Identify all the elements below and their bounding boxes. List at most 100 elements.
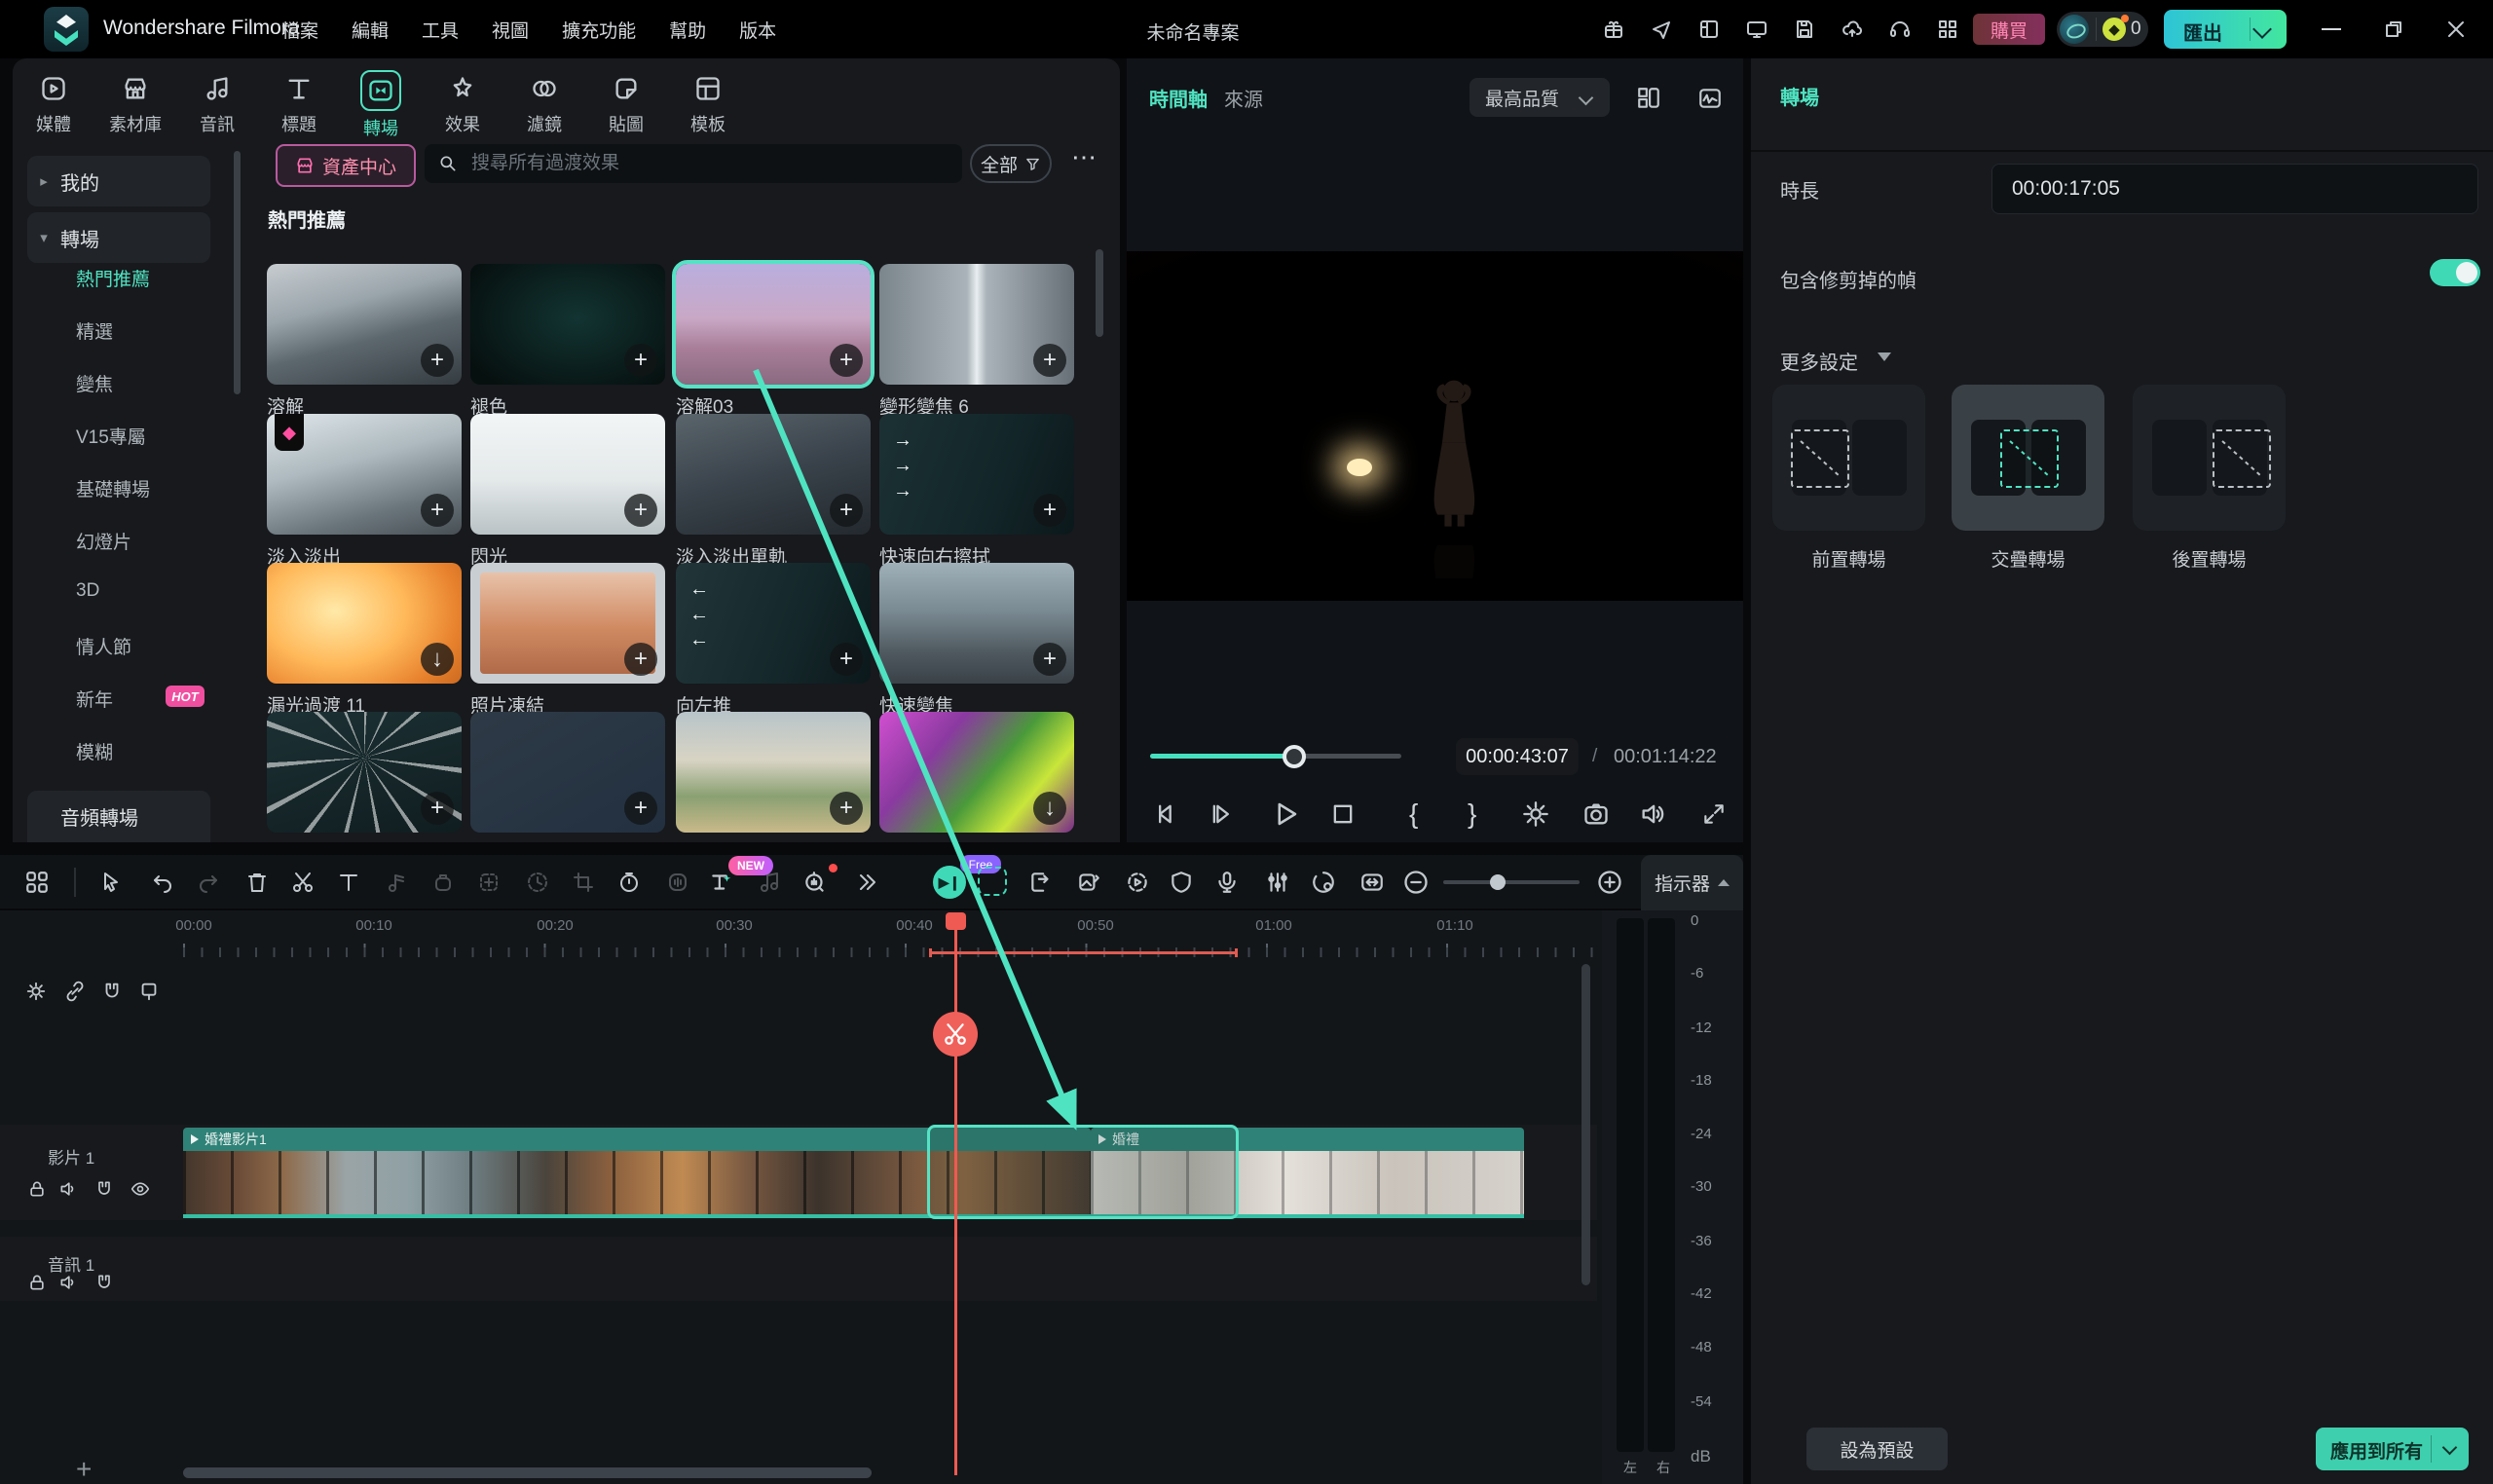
next-frame-icon[interactable]	[1209, 800, 1236, 828]
export-button[interactable]: 匯出	[2164, 10, 2287, 49]
playhead[interactable]	[954, 913, 957, 1475]
transition-card-selected[interactable]: + 溶解03	[676, 264, 871, 419]
quality-dropdown[interactable]: 最高品質	[1470, 78, 1610, 117]
sidebar-item-basic[interactable]: 基礎轉場	[76, 475, 150, 501]
video-preview[interactable]	[1127, 251, 1743, 601]
menu-file[interactable]: 檔案	[265, 17, 335, 43]
ai-audio-icon[interactable]	[802, 870, 828, 895]
add-plus-icon[interactable]: +	[421, 494, 454, 527]
ruler-minor-ticks[interactable]	[183, 947, 1597, 957]
timeline-horizontal-scrollbar[interactable]	[183, 1467, 872, 1478]
delete-icon[interactable]	[245, 871, 269, 894]
stop-icon[interactable]	[1329, 800, 1357, 828]
snap-magnet-icon[interactable]	[101, 981, 123, 1002]
transition-card[interactable]: + 褪色	[470, 264, 665, 419]
sidebar-item-zoom[interactable]: 變焦	[76, 370, 113, 396]
undo-icon[interactable]	[151, 871, 174, 894]
add-plus-icon[interactable]: +	[624, 494, 657, 527]
fullscreen-icon[interactable]	[1701, 801, 1727, 827]
beat-sync-icon[interactable]	[978, 867, 1007, 896]
sidebar-scrollbar[interactable]	[234, 151, 241, 394]
layout-grid-icon[interactable]	[1636, 86, 1661, 111]
timer-icon[interactable]	[617, 871, 641, 894]
add-plus-icon[interactable]: +	[830, 494, 863, 527]
tab-filters[interactable]: 濾鏡	[503, 70, 585, 136]
sidebar-group-audio-transitions[interactable]: 音頻轉場	[27, 791, 210, 842]
save-icon[interactable]	[1793, 18, 1816, 41]
add-track-button[interactable]: +	[76, 1454, 92, 1484]
zoom-out-icon[interactable]	[1402, 869, 1430, 896]
add-plus-icon[interactable]: +	[1033, 344, 1066, 377]
tab-audio[interactable]: 音訊	[176, 70, 258, 136]
add-plus-icon[interactable]: +	[830, 643, 863, 676]
sidebar-item-blur[interactable]: 模糊	[76, 738, 113, 764]
position-postfix-card[interactable]	[2133, 385, 2286, 531]
transition-card[interactable]: + 變形變焦 6	[879, 264, 1074, 419]
tab-source-view[interactable]: 來源	[1224, 84, 1263, 112]
tab-templates[interactable]: 模板	[667, 70, 749, 136]
sidebar-item-v15[interactable]: V15專屬	[76, 423, 146, 449]
monitor-icon[interactable]	[1745, 18, 1768, 41]
content-scrollbar[interactable]	[1096, 249, 1103, 337]
lock-icon[interactable]	[27, 1273, 47, 1292]
maximize-button[interactable]	[2372, 8, 2415, 51]
crop-icon[interactable]	[572, 871, 595, 894]
record-voiceover-icon[interactable]	[1214, 870, 1240, 895]
transition-thumb[interactable]: +	[267, 264, 462, 385]
add-plus-icon[interactable]: +	[421, 344, 454, 377]
track-magnet-icon[interactable]	[94, 1273, 114, 1292]
playback-settings-icon[interactable]	[1522, 800, 1549, 828]
track-settings-icon[interactable]	[25, 981, 47, 1002]
add-plus-icon[interactable]: +	[421, 792, 454, 825]
sidebar-item-valentine[interactable]: 情人節	[76, 633, 131, 659]
prev-frame-icon[interactable]	[1152, 800, 1179, 828]
more-options-button[interactable]: ⋯	[1071, 142, 1098, 172]
sidebar-group-my[interactable]: ▸ 我的	[27, 156, 210, 206]
sidebar-item-featured[interactable]: 精選	[76, 317, 113, 344]
add-plus-icon[interactable]: +	[624, 344, 657, 377]
set-default-button[interactable]: 設為預設	[1806, 1428, 1948, 1470]
export-chevron-icon[interactable]	[2252, 19, 2272, 39]
preview-seek-bar[interactable]	[1150, 754, 1401, 759]
asset-center-button[interactable]: 資產中心	[276, 144, 416, 187]
play-icon[interactable]	[1271, 799, 1300, 829]
sidebar-item-newyear[interactable]: 新年	[76, 686, 113, 712]
sidebar-item-hot[interactable]: 熱門推薦	[76, 265, 150, 291]
mask-icon[interactable]	[431, 871, 455, 894]
volume-icon[interactable]	[1639, 800, 1666, 828]
menu-view[interactable]: 視圖	[475, 17, 545, 43]
mark-out-icon[interactable]: }	[1468, 798, 1476, 830]
fit-timeline-icon[interactable]	[1359, 870, 1385, 895]
screen-record-icon[interactable]	[1311, 870, 1336, 895]
transition-card[interactable]: ↓ 漏光過渡 11	[267, 563, 462, 718]
transition-card[interactable]: ◆+ 淡入淡出	[267, 414, 462, 569]
more-settings-label[interactable]: 更多設定	[1780, 347, 1858, 375]
audio-track-lane[interactable]	[0, 1237, 1597, 1301]
audio-clip-icon[interactable]	[386, 871, 409, 894]
zoom-slider-knob[interactable]	[1490, 874, 1506, 890]
position-overlap-card[interactable]	[1952, 385, 2104, 531]
transition-selection-box[interactable]	[927, 1125, 1239, 1219]
add-plus-icon[interactable]: +	[1033, 643, 1066, 676]
export-frame-icon[interactable]	[1028, 870, 1054, 895]
sidebar-group-transitions[interactable]: ▾ 轉場	[27, 212, 210, 263]
add-plus-icon[interactable]: +	[1033, 494, 1066, 527]
transition-card[interactable]: + 閃光	[470, 414, 665, 569]
split-scissors-icon[interactable]	[291, 871, 315, 894]
add-marker-icon[interactable]	[477, 871, 501, 894]
mark-in-icon[interactable]: {	[1409, 798, 1418, 830]
duration-input[interactable]	[1991, 164, 2478, 214]
menu-edit[interactable]: 編輯	[335, 17, 405, 43]
transition-card[interactable]: + 照片凍結	[470, 563, 665, 718]
transition-card[interactable]: + 翻頁	[470, 712, 665, 842]
speed-icon[interactable]	[526, 871, 549, 894]
link-clips-icon[interactable]	[64, 981, 86, 1002]
transition-card[interactable]: + 快速變焦	[879, 563, 1074, 718]
quick-transition-icon[interactable]: ▶❙	[933, 866, 966, 899]
menu-tools[interactable]: 工具	[405, 17, 475, 43]
redo-icon[interactable]	[197, 871, 220, 894]
sidebar-item-slideshow[interactable]: 幻燈片	[76, 528, 131, 554]
cut-scissors-button[interactable]	[933, 1012, 978, 1057]
sidebar-item-3d[interactable]: 3D	[76, 580, 99, 602]
select-cursor-icon[interactable]	[99, 871, 123, 894]
